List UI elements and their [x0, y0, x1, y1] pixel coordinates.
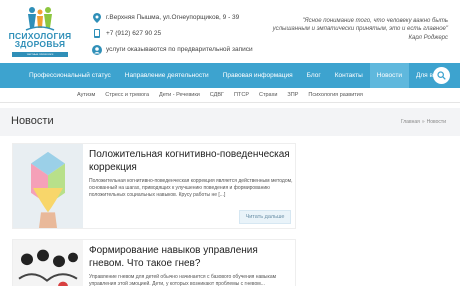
search-icon — [437, 71, 446, 80]
phone-icon — [92, 28, 102, 39]
logo-figures-icon — [25, 7, 55, 31]
user-icon — [92, 44, 102, 55]
phone-row[interactable]: +7 (912) 627 90 25 — [92, 26, 272, 41]
breadcrumb: Главная» Новости — [401, 119, 446, 125]
search-button[interactable] — [433, 67, 450, 84]
subnav-item-autism[interactable]: Аутизм — [72, 92, 100, 98]
article-excerpt: Управление гневом для детей обычно начин… — [89, 274, 277, 286]
quote-text: "Ясное понимание того, что человеку важн… — [272, 18, 448, 32]
quote-block: "Ясное понимание того, что человеку важн… — [268, 18, 448, 43]
news-card: Формирование навыков управления гневом. … — [12, 239, 296, 286]
site-logo[interactable]: ПСИХОЛОГИЯ ЗДОРОВЬЯ частные психологи — [8, 6, 72, 58]
subnav-item-dev-psychology[interactable]: Психология развития — [303, 92, 367, 98]
breadcrumb-current: Новости — [426, 119, 446, 125]
address-row: г.Верхняя Пышма, ул.Огнеупорщиков, 9 - 3… — [92, 10, 272, 25]
nav-item-blog[interactable]: Блог — [300, 63, 328, 88]
nav-item-contacts[interactable]: Контакты — [328, 63, 370, 88]
article-excerpt: Положительная когнитивно-поведенческая к… — [89, 178, 293, 198]
header: ПСИХОЛОГИЯ ЗДОРОВЬЯ частные психологи г.В… — [0, 0, 460, 60]
phone-text[interactable]: +7 (912) 627 90 25 — [106, 30, 161, 37]
subnav-item-speech-kids[interactable]: Дети - Речевики — [154, 92, 205, 98]
page-title: Новости — [11, 115, 54, 127]
subnav-item-adhd[interactable]: СДВГ — [205, 92, 229, 98]
article-title[interactable]: Формирование навыков управления гневом. … — [89, 244, 293, 270]
main-nav: Профессиональный статус Направление деят… — [0, 63, 460, 88]
nav-item-activities[interactable]: Направление деятельности — [118, 63, 216, 88]
subnav-item-stress[interactable]: Стресс и тревога — [100, 92, 154, 98]
appointment-note-row: услуги оказываются по предварительной за… — [92, 42, 272, 57]
subnav-item-fears[interactable]: Страхи — [254, 92, 282, 98]
nav-item-professional-status[interactable]: Профессиональный статус — [22, 63, 118, 88]
contacts-block: г.Верхняя Пышма, ул.Огнеупорщиков, 9 - 3… — [92, 10, 272, 58]
logo-title: ПСИХОЛОГИЯ ЗДОРОВЬЯ — [8, 31, 72, 49]
logo-subtitle: частные психологи — [12, 52, 68, 57]
article-thumbnail[interactable] — [13, 240, 83, 286]
subnav-item-zpr[interactable]: ЗПР — [282, 92, 303, 98]
read-more-button[interactable]: Читать дальше — [239, 210, 291, 224]
map-pin-icon — [92, 12, 102, 23]
page-title-bar: Новости Главная» Новости — [0, 108, 460, 136]
nav-item-news[interactable]: Новости — [369, 63, 409, 88]
subnav-item-ptsd[interactable]: ПТСР — [229, 92, 254, 98]
address-text: г.Верхняя Пышма, ул.Огнеупорщиков, 9 - 3… — [106, 14, 240, 21]
appointment-note-text: услуги оказываются по предварительной за… — [106, 46, 253, 53]
quote-author: Карл Роджерс — [408, 35, 448, 41]
news-card: Положительная когнитивно-поведенческая к… — [12, 143, 296, 229]
sub-nav: Аутизм Стресс и тревога Дети - Речевики … — [0, 88, 460, 103]
breadcrumb-home[interactable]: Главная — [401, 119, 420, 125]
article-thumbnail[interactable] — [13, 144, 83, 228]
nav-item-legal-info[interactable]: Правовая информация — [216, 63, 300, 88]
article-title[interactable]: Положительная когнитивно-поведенческая к… — [89, 148, 293, 174]
breadcrumb-separator: » — [421, 119, 425, 125]
